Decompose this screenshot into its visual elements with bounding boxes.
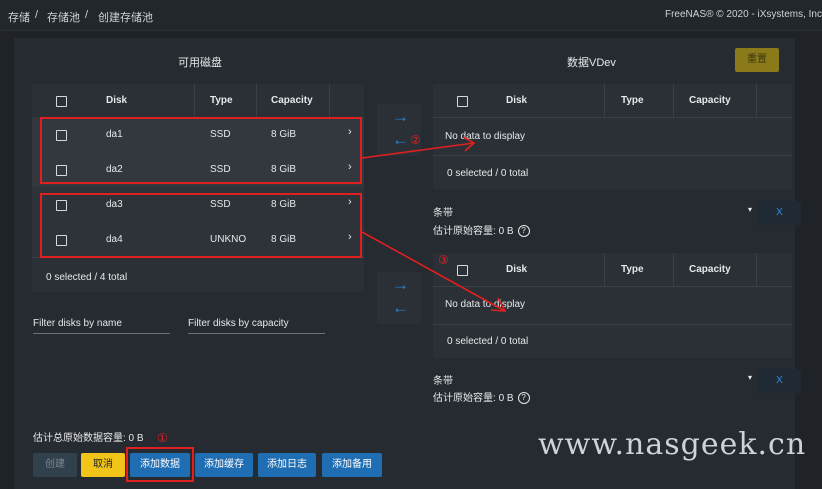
column-capacity[interactable]: Capacity: [689, 264, 731, 275]
remove-vdev-button[interactable]: X: [758, 201, 801, 225]
add-log-button[interactable]: 添加日志: [258, 453, 316, 477]
copyright: FreeNAS® © 2020 - iXsystems, Inc: [664, 9, 822, 20]
add-spare-button[interactable]: 添加备用: [322, 453, 382, 477]
selection-count: 0 selected / 0 total: [447, 336, 529, 347]
available-disks-table: Disk Type Capacity da1 SSD 8 GiB › da2 S…: [32, 84, 364, 292]
annotation-box-da1-da2: [40, 117, 362, 184]
column-capacity[interactable]: Capacity: [689, 95, 731, 106]
selection-count: 0 selected / 4 total: [46, 272, 128, 283]
create-button[interactable]: 创建: [33, 453, 77, 477]
breadcrumb-pools[interactable]: 存储池: [47, 9, 80, 25]
vdev-table: Disk Type Capacity No data to display 0 …: [433, 253, 792, 358]
column-type[interactable]: Type: [621, 264, 644, 275]
vdev-table: Disk Type Capacity No data to display 0 …: [433, 84, 792, 189]
column-divider: [256, 84, 257, 117]
total-estimate: 估计总原始数据容量: 0 B: [33, 433, 144, 444]
column-divider: [604, 253, 605, 286]
breadcrumb-storage[interactable]: 存储: [8, 9, 30, 25]
empty-message: No data to display: [445, 131, 526, 142]
cancel-button[interactable]: 取消: [81, 453, 125, 477]
help-icon[interactable]: ?: [517, 392, 530, 405]
annotation-label-1: ①: [157, 431, 168, 445]
column-divider: [673, 253, 674, 286]
column-divider: [756, 253, 757, 286]
top-bar: 存储 / 存储池 / 创建存储池 FreeNAS® © 2020 - iXsys…: [0, 0, 822, 31]
remove-vdev-button[interactable]: X: [758, 369, 801, 393]
vdev-estimate-label: 估计原始容量: 0 B?: [433, 222, 530, 238]
column-disk[interactable]: Disk: [106, 95, 127, 106]
filter-by-capacity-input[interactable]: Filter disks by capacity: [188, 318, 289, 329]
move-left-arrow-icon[interactable]: ←: [392, 130, 409, 150]
vdev-estimate-value: 0 B: [498, 226, 514, 237]
transfer-controls-data: → ←: [377, 104, 421, 156]
dropdown-arrow-icon[interactable]: ▾: [748, 373, 752, 382]
column-divider: [329, 84, 330, 117]
data-vdev-title: 数据VDev: [567, 57, 616, 69]
select-all-checkbox[interactable]: [56, 96, 67, 107]
table-footer-divider: [433, 155, 792, 156]
add-cache-button[interactable]: 添加缓存: [195, 453, 253, 477]
help-icon[interactable]: ?: [517, 225, 530, 238]
table-header: Disk Type Capacity: [32, 84, 364, 118]
table-header: Disk Type Capacity: [433, 84, 792, 118]
vdev-estimate-label: 估计原始容量: 0 B?: [433, 389, 530, 405]
column-disk[interactable]: Disk: [506, 264, 527, 275]
column-divider: [604, 84, 605, 117]
column-type[interactable]: Type: [210, 95, 233, 106]
move-left-arrow-icon[interactable]: ←: [392, 298, 409, 318]
filter-underline: [33, 333, 170, 334]
vdev-estimate-value: 0 B: [498, 393, 514, 404]
available-disks-title: 可用磁盘: [178, 57, 222, 69]
move-right-arrow-icon[interactable]: →: [392, 275, 409, 295]
column-disk[interactable]: Disk: [506, 95, 527, 106]
move-right-arrow-icon[interactable]: →: [392, 107, 409, 127]
filter-underline: [188, 333, 325, 334]
column-capacity[interactable]: Capacity: [271, 95, 313, 106]
breadcrumb-sep: /: [85, 9, 89, 21]
transfer-controls-data-2: → ←: [377, 272, 421, 324]
annotation-box-add-data: [126, 447, 194, 482]
column-divider: [756, 84, 757, 117]
breadcrumb-create-pool: 创建存储池: [98, 12, 153, 24]
reset-button[interactable]: 重置: [735, 48, 779, 72]
breadcrumb-sep: /: [35, 9, 39, 21]
vdev-layout-select[interactable]: 条带: [433, 204, 453, 219]
vdev-layout-select[interactable]: 条带: [433, 372, 453, 387]
filter-by-name-input[interactable]: Filter disks by name: [33, 318, 122, 329]
column-divider: [673, 84, 674, 117]
dropdown-arrow-icon[interactable]: ▾: [748, 205, 752, 214]
watermark: www.nasgeek.cn: [538, 427, 807, 462]
annotation-box-da3-da4: [40, 193, 362, 258]
selection-count: 0 selected / 0 total: [447, 168, 529, 179]
select-all-checkbox[interactable]: [457, 96, 468, 107]
table-footer-divider: [433, 324, 792, 325]
table-header: Disk Type Capacity: [433, 253, 792, 287]
annotation-label-2: ②: [410, 133, 421, 147]
column-type[interactable]: Type: [621, 95, 644, 106]
annotation-label-3: ③: [438, 253, 449, 267]
column-divider: [194, 84, 195, 117]
select-all-checkbox[interactable]: [457, 265, 468, 276]
empty-message: No data to display: [445, 299, 526, 310]
